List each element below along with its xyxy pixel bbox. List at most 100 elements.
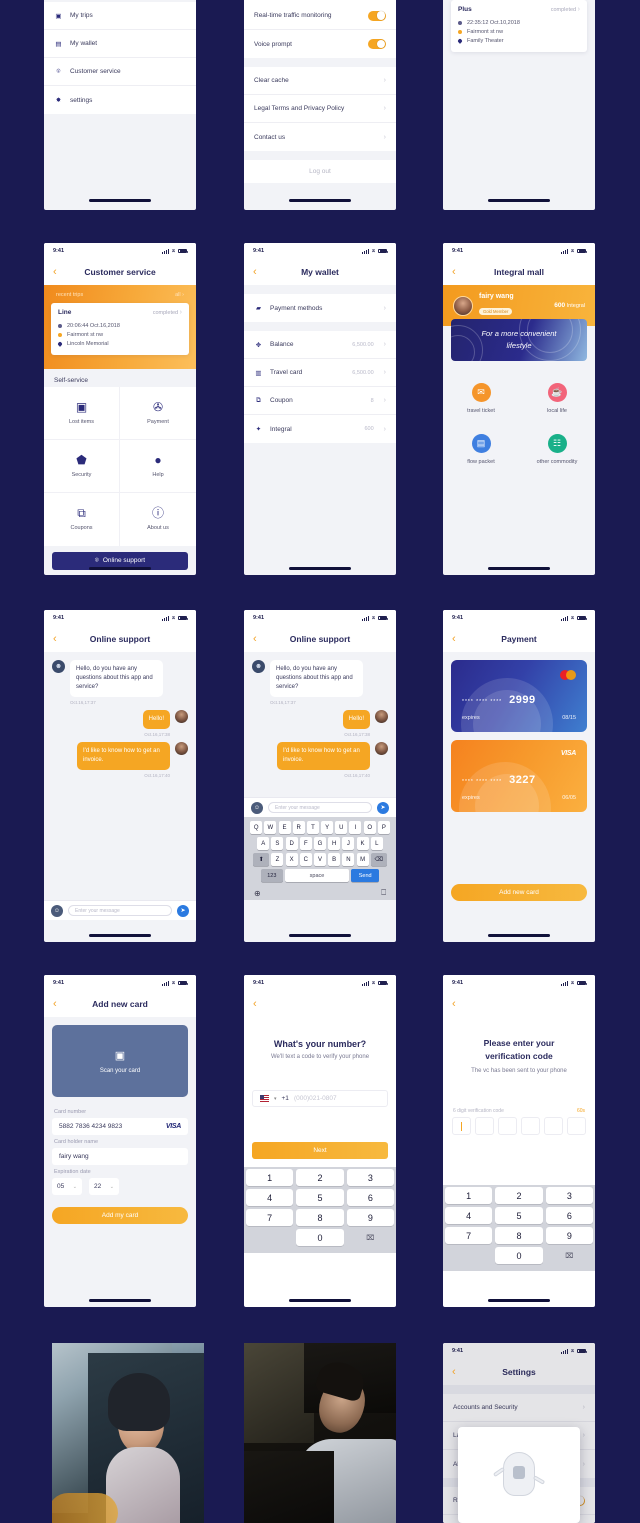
key-b[interactable]: B	[328, 853, 341, 866]
key-p[interactable]: P	[377, 821, 390, 834]
category-flow-packet[interactable]: ▤ flow packet	[443, 424, 519, 475]
keypad-3[interactable]: 3	[545, 1187, 593, 1204]
chat-message-input[interactable]: Enter your message	[268, 802, 372, 813]
keypad-2[interactable]: 2	[495, 1187, 543, 1204]
promo-banner[interactable]: For a more convenient lifestyle	[451, 319, 587, 361]
traffic-monitoring-toggle[interactable]	[368, 10, 386, 21]
keypad-backspace[interactable]: ⌧	[347, 1229, 394, 1246]
keypad-7[interactable]: 7	[445, 1227, 493, 1244]
resend-timer[interactable]: 60s	[577, 1108, 585, 1114]
keypad-9[interactable]: 9	[545, 1227, 593, 1244]
sidebar-item-customer-service[interactable]: ⌾ Customer service	[44, 58, 196, 86]
card-holder-input[interactable]: fairy wang	[52, 1148, 188, 1165]
key-q[interactable]: Q	[250, 821, 263, 834]
back-button[interactable]: ‹	[53, 633, 57, 645]
send-key[interactable]: Send	[351, 869, 380, 882]
keypad-7[interactable]: 7	[246, 1209, 294, 1226]
chevron-down-icon[interactable]: ▾	[274, 1096, 277, 1102]
key-e[interactable]: E	[278, 821, 291, 834]
sidebar-item-my-wallet[interactable]: ▤ My wallet	[44, 30, 196, 58]
key-u[interactable]: U	[335, 821, 348, 834]
add-new-card-button[interactable]: Add new card	[451, 884, 587, 901]
key-y[interactable]: Y	[321, 821, 334, 834]
code-digit-2[interactable]	[475, 1117, 494, 1135]
keypad-6[interactable]: 6	[346, 1189, 394, 1206]
key-a[interactable]: A	[257, 837, 270, 850]
key-n[interactable]: N	[342, 853, 355, 866]
keypad-0[interactable]: 0	[495, 1247, 543, 1264]
banner-all-link[interactable]: all ›	[175, 292, 184, 298]
category-travel-ticket[interactable]: ✉ travel ticket	[443, 373, 519, 424]
link-contact-us[interactable]: Contact us ›	[244, 123, 396, 151]
globe-icon[interactable]: ⊕	[254, 889, 261, 898]
keypad-1[interactable]: 1	[246, 1169, 294, 1186]
back-button[interactable]: ‹	[53, 266, 57, 278]
emoji-icon[interactable]: ☺	[51, 904, 63, 917]
keypad-9[interactable]: 9	[346, 1209, 394, 1226]
trip-card[interactable]: Line completed › 20:06:44 Oct.16,2018 Fa…	[51, 303, 189, 355]
keypad-3[interactable]: 3	[346, 1169, 394, 1186]
wallet-item-integral[interactable]: ✦ Integral 600 ›	[244, 415, 396, 443]
sidebar-item-settings[interactable]: ✸ settings	[44, 86, 196, 114]
trip-card[interactable]: Plus completed › 22:35:12 Oct.10,2018 Fa…	[451, 0, 587, 52]
key-g[interactable]: G	[314, 837, 326, 850]
service-lost-items[interactable]: ▣ Lost items	[44, 386, 120, 440]
code-digit-6[interactable]	[567, 1117, 586, 1135]
key-k[interactable]: K	[356, 837, 369, 850]
voice-prompt-toggle[interactable]	[368, 39, 386, 49]
expiration-year-select[interactable]: 22 ⌄	[89, 1178, 119, 1195]
key-f[interactable]: F	[299, 837, 312, 850]
service-security[interactable]: ⬟ Security	[44, 439, 120, 493]
key-m[interactable]: M	[356, 853, 369, 866]
back-button[interactable]: ‹	[53, 998, 57, 1010]
category-other-commodity[interactable]: ☷ other commodity	[519, 424, 595, 475]
microphone-icon[interactable]: ⎕	[381, 888, 386, 898]
keypad-backspace[interactable]: ⌧	[546, 1247, 593, 1264]
keypad-4[interactable]: 4	[445, 1207, 493, 1224]
code-digit-1[interactable]	[452, 1117, 471, 1135]
key-d[interactable]: D	[285, 837, 298, 850]
key-c[interactable]: C	[299, 853, 312, 866]
keypad-0[interactable]: 0	[296, 1229, 344, 1246]
keypad-1[interactable]: 1	[445, 1187, 493, 1204]
service-payment[interactable]: ✇ Payment	[120, 387, 196, 440]
service-coupons[interactable]: ⧉ Coupons	[44, 492, 120, 546]
keypad-4[interactable]: 4	[246, 1189, 294, 1206]
keypad-8[interactable]: 8	[495, 1227, 543, 1244]
category-local-life[interactable]: ☕ local life	[519, 373, 595, 424]
keypad-2[interactable]: 2	[296, 1169, 344, 1186]
back-button[interactable]: ‹	[452, 998, 456, 1010]
back-button[interactable]: ‹	[452, 266, 456, 278]
emoji-icon[interactable]: ☺	[251, 801, 263, 814]
key-t[interactable]: T	[306, 821, 319, 834]
keypad-8[interactable]: 8	[296, 1209, 344, 1226]
wallet-item-payment-methods[interactable]: ▰ Payment methods ›	[244, 294, 396, 322]
back-button[interactable]: ‹	[253, 633, 257, 645]
code-digit-4[interactable]	[521, 1117, 540, 1135]
phone-number-input[interactable]: ▾ +1 (000)021-0807	[252, 1090, 388, 1107]
chat-message-input[interactable]: Enter your message	[68, 905, 172, 916]
back-button[interactable]: ‹	[452, 633, 456, 645]
key-o[interactable]: O	[363, 821, 376, 834]
setting-voice-prompt[interactable]: Voice prompt	[244, 30, 396, 58]
backspace-key[interactable]: ⌫	[370, 853, 387, 866]
numeric-key[interactable]: 123	[260, 869, 283, 882]
back-button[interactable]: ‹	[253, 266, 257, 278]
send-icon[interactable]: ➤	[377, 801, 389, 814]
key-z[interactable]: Z	[271, 853, 284, 866]
service-help[interactable]: ● Help	[120, 440, 196, 493]
wallet-item-balance[interactable]: ✥ Balance 6,500.00 ›	[244, 331, 396, 359]
bank-card-visa[interactable]: VISA **** **** **** 3227 expires 06/05	[451, 740, 587, 812]
bank-card-mastercard[interactable]: **** **** **** 2999 expires 08/15	[451, 660, 587, 732]
back-button[interactable]: ‹	[253, 998, 257, 1010]
key-i[interactable]: I	[349, 821, 362, 834]
wallet-item-coupon[interactable]: ⧉ Coupon 8 ›	[244, 387, 396, 415]
keypad-5[interactable]: 5	[495, 1207, 543, 1224]
next-button[interactable]: Next	[252, 1142, 388, 1159]
key-h[interactable]: H	[328, 837, 341, 850]
sidebar-item-my-trips[interactable]: ▣ My trips	[44, 2, 196, 30]
add-my-card-button[interactable]: Add my card	[52, 1207, 188, 1224]
send-icon[interactable]: ➤	[177, 904, 189, 917]
key-x[interactable]: X	[285, 853, 298, 866]
setting-traffic-monitoring[interactable]: Real-time traffic monitoring	[244, 2, 396, 30]
